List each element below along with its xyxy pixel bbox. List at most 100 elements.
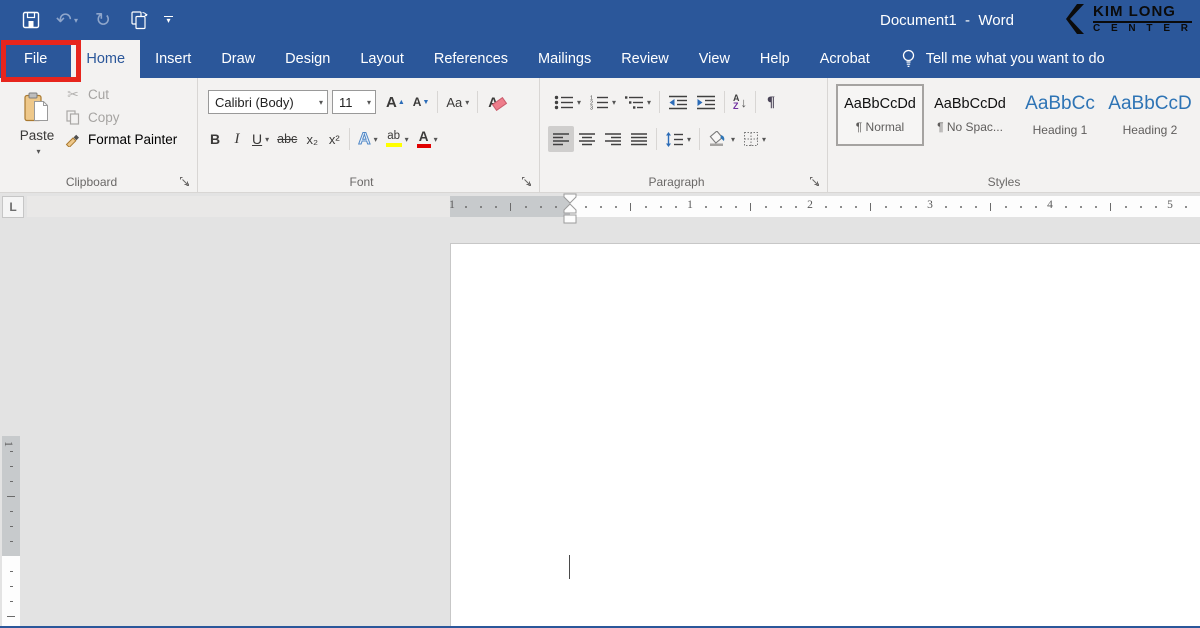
undo-dropdown-icon[interactable]: ▾ xyxy=(74,16,78,25)
cut-button[interactable]: ✂ Cut xyxy=(64,86,177,103)
ruler-tick xyxy=(615,206,617,208)
justify-icon xyxy=(630,132,648,146)
style-heading-2[interactable]: AaBbCcDHeading 2 xyxy=(1106,84,1194,146)
strikethrough-button[interactable]: abc xyxy=(273,126,301,152)
font-size-combobox[interactable]: 11 ▾ xyxy=(332,90,376,114)
numbering-dropdown-icon[interactable]: ▾ xyxy=(612,98,616,107)
paste-button[interactable]: Paste ▾ xyxy=(10,86,64,172)
ribbon-tab-row: FileHomeInsertDrawDesignLayoutReferences… xyxy=(0,40,1200,78)
subscript-button[interactable]: x₂ xyxy=(301,126,323,152)
tab-file[interactable]: File xyxy=(0,40,71,78)
font-color-button[interactable]: A▾ xyxy=(413,126,442,152)
underline-button[interactable]: U▾ xyxy=(248,126,273,152)
tab-design[interactable]: Design xyxy=(270,40,345,78)
text-effects-button[interactable]: A▾ xyxy=(354,126,381,152)
justify-button[interactable] xyxy=(626,126,652,152)
ruler-tick xyxy=(465,206,467,208)
bullets-button[interactable]: ▾ xyxy=(550,89,585,115)
document-workspace: L 112345 112 xyxy=(0,193,1200,628)
font-color-dropdown-icon[interactable]: ▾ xyxy=(434,135,438,144)
style--normal[interactable]: AaBbCcDd¶ Normal xyxy=(836,84,924,146)
tab-insert[interactable]: Insert xyxy=(140,40,206,78)
font-dialog-launcher[interactable] xyxy=(521,176,533,188)
save-icon[interactable] xyxy=(20,7,42,33)
tell-me-label: Tell me what you want to do xyxy=(926,51,1105,67)
multilevel-list-dropdown-icon[interactable]: ▾ xyxy=(647,98,651,107)
borders-dropdown-icon[interactable]: ▾ xyxy=(762,135,766,144)
clear-formatting-button[interactable]: A xyxy=(482,89,504,115)
numbering-button[interactable]: 123 ▾ xyxy=(585,89,620,115)
grow-font-button[interactable]: A▲ xyxy=(382,89,409,115)
format-painter-button[interactable]: Format Painter xyxy=(64,132,177,147)
italic-button[interactable]: I xyxy=(226,126,248,152)
ruler-tick xyxy=(1005,206,1007,208)
ruler-tick xyxy=(750,203,751,211)
align-right-button[interactable] xyxy=(600,126,626,152)
tab-home[interactable]: Home xyxy=(71,40,140,78)
tab-references[interactable]: References xyxy=(419,40,523,78)
clipboard-group-label: Clipboard xyxy=(0,175,183,189)
ruler-tick xyxy=(10,511,13,512)
borders-button[interactable]: ▾ xyxy=(739,126,770,152)
clipboard-dialog-launcher[interactable] xyxy=(179,176,191,188)
ruler-tick xyxy=(10,571,13,572)
ruler-tick xyxy=(735,206,737,208)
tab-view[interactable]: View xyxy=(684,40,745,78)
tab-stop-selector[interactable]: L xyxy=(2,196,24,218)
bold-button[interactable]: B xyxy=(204,126,226,152)
change-case-button[interactable]: Aa▾ xyxy=(442,89,473,115)
window-title: Document1 - Word xyxy=(880,0,1014,40)
redo-icon[interactable]: ↻ xyxy=(92,7,114,33)
font-group-label: Font xyxy=(198,175,525,189)
bullets-dropdown-icon[interactable]: ▾ xyxy=(577,98,581,107)
document-page[interactable] xyxy=(450,243,1200,628)
customize-qat-icon[interactable]: ▾ xyxy=(164,16,173,24)
highlight-dropdown-icon[interactable]: ▾ xyxy=(405,135,409,144)
ruler-tick xyxy=(10,481,13,482)
align-right-icon xyxy=(604,132,622,146)
paragraph-dialog-launcher[interactable] xyxy=(809,176,821,188)
style--no-spac-[interactable]: AaBbCcDd¶ No Spac... xyxy=(926,84,1014,146)
group-paragraph: ▾ 123 ▾ ▾ AZ↓ ¶ xyxy=(540,78,828,192)
ruler-tick xyxy=(1095,206,1097,208)
show-hide-formatting-button[interactable]: ¶ xyxy=(760,89,782,115)
increase-indent-button[interactable] xyxy=(692,89,720,115)
align-center-icon xyxy=(578,132,596,146)
sort-button[interactable]: AZ↓ xyxy=(729,89,751,115)
style-heading-1[interactable]: AaBbCcHeading 1 xyxy=(1016,84,1104,146)
copy-label: Copy xyxy=(88,110,120,125)
indent-markers[interactable] xyxy=(562,193,578,224)
undo-icon[interactable]: ↶▾ xyxy=(56,7,78,33)
line-spacing-button[interactable]: ▾ xyxy=(661,126,695,152)
brand-name: KIM LONG xyxy=(1093,4,1192,23)
copy-button[interactable]: Copy xyxy=(64,110,177,125)
align-center-button[interactable] xyxy=(574,126,600,152)
tab-acrobat[interactable]: Acrobat xyxy=(805,40,885,78)
shading-dropdown-icon[interactable]: ▾ xyxy=(731,135,735,144)
text-effects-dropdown-icon[interactable]: ▾ xyxy=(374,135,378,144)
highlight-color-button[interactable]: ab▾ xyxy=(382,126,413,152)
ruler-tick xyxy=(975,206,977,208)
ruler-number: 3 xyxy=(927,199,933,211)
tab-mailings[interactable]: Mailings xyxy=(523,40,606,78)
paste-dropdown-icon[interactable]: ▾ xyxy=(36,147,40,156)
font-name-combobox[interactable]: Calibri (Body) ▾ xyxy=(208,90,328,114)
tab-layout[interactable]: Layout xyxy=(345,40,419,78)
tab-help[interactable]: Help xyxy=(745,40,805,78)
decrease-indent-button[interactable] xyxy=(664,89,692,115)
multilevel-list-button[interactable]: ▾ xyxy=(620,89,655,115)
line-spacing-dropdown-icon[interactable]: ▾ xyxy=(687,135,691,144)
underline-dropdown-icon[interactable]: ▾ xyxy=(265,135,269,144)
highlight-icon: ab xyxy=(386,131,402,148)
align-left-button[interactable] xyxy=(548,126,574,152)
superscript-button[interactable]: x² xyxy=(323,126,345,152)
ruler-tick xyxy=(1125,206,1127,208)
style-preview: AaBbCcD xyxy=(1108,93,1191,115)
shading-button[interactable]: ▾ xyxy=(704,126,739,152)
tab-review[interactable]: Review xyxy=(606,40,684,78)
tab-draw[interactable]: Draw xyxy=(206,40,270,78)
paragraph-group-label: Paragraph xyxy=(540,175,813,189)
copy-icon[interactable] xyxy=(128,7,150,33)
tell-me-box[interactable]: Tell me what you want to do xyxy=(901,40,1105,78)
shrink-font-button[interactable]: A▼ xyxy=(409,89,434,115)
